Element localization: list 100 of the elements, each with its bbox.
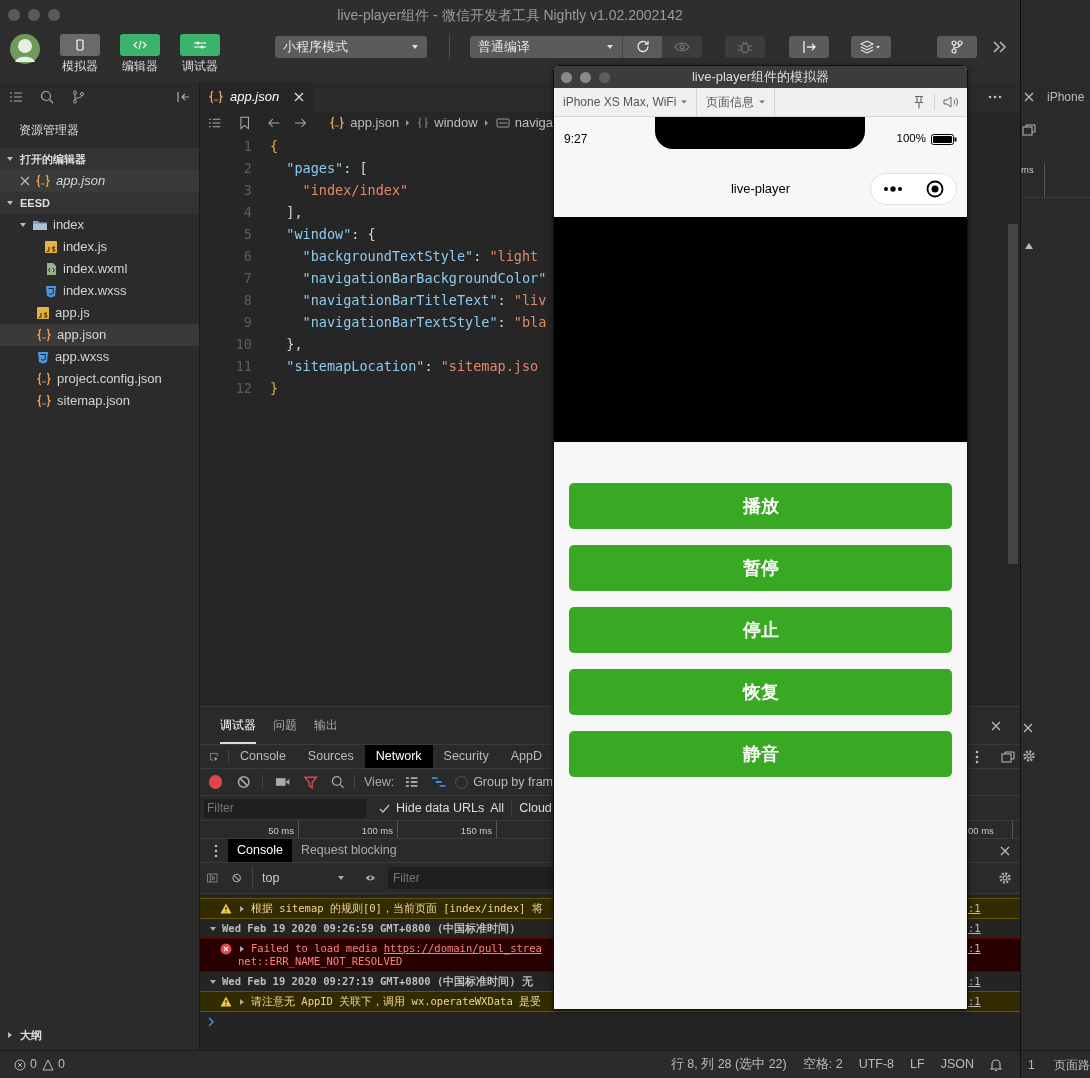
- filter-field[interactable]: Filter: [388, 867, 553, 889]
- speaker-icon[interactable]: [943, 95, 959, 109]
- source-link[interactable]: :1: [968, 922, 981, 935]
- avatar[interactable]: [10, 34, 40, 64]
- drawer-tab[interactable]: Request blocking: [291, 839, 406, 862]
- sidebar-toggle-icon[interactable]: [207, 871, 218, 885]
- toolbar-button[interactable]: [937, 36, 977, 58]
- error-circle-icon[interactable]: [14, 1058, 26, 1071]
- editor-tab[interactable]: app.json: [200, 82, 314, 112]
- clear-icon[interactable]: [237, 775, 251, 789]
- close-icon[interactable]: [293, 91, 306, 103]
- group-by-frame-checkbox[interactable]: Group by fram: [455, 772, 553, 792]
- triangle-up-icon[interactable]: [1024, 242, 1034, 250]
- filter-icon[interactable]: [304, 775, 318, 789]
- source-link[interactable]: :1: [968, 942, 981, 955]
- window-control[interactable]: [580, 71, 591, 83]
- source-link[interactable]: :1: [968, 902, 981, 915]
- toolbar-button[interactable]: [622, 36, 662, 58]
- caret-down-icon[interactable]: [209, 978, 217, 986]
- compile-dropdown[interactable]: 普通编译: [470, 36, 622, 58]
- section-header[interactable]: 大纲: [0, 1024, 199, 1046]
- devtools-tab[interactable]: 问题: [273, 707, 297, 744]
- file-item[interactable]: app.json: [0, 324, 199, 346]
- forward-arrow-icon[interactable]: [293, 117, 308, 129]
- back-arrow-icon[interactable]: [266, 117, 280, 129]
- page-info-dropdown[interactable]: 页面信息: [697, 88, 776, 116]
- status-item[interactable]: 空格: 2: [802, 1055, 843, 1074]
- panel-tab[interactable]: AppD: [499, 745, 553, 768]
- file-item[interactable]: app.wxss: [0, 346, 199, 368]
- toolbar-button[interactable]: [851, 36, 891, 58]
- file-item[interactable]: index.wxss: [0, 280, 199, 302]
- filter-field[interactable]: Filter: [204, 798, 366, 818]
- breadcrumb-item[interactable]: window: [417, 113, 478, 133]
- status-item[interactable]: 行 8, 列 28 (选中 22): [670, 1055, 787, 1074]
- breadcrumb-item[interactable]: app.json: [329, 113, 400, 133]
- mode-dropdown[interactable]: 小程序模式: [275, 36, 427, 58]
- caret-down-icon[interactable]: [209, 925, 217, 933]
- search-icon[interactable]: [330, 775, 345, 789]
- panel-tab[interactable]: Console: [229, 745, 297, 768]
- hide-data-urls-checkbox[interactable]: Hide data URLs: [378, 798, 485, 818]
- more-icon[interactable]: [988, 95, 1002, 99]
- panel-tab[interactable]: Security: [432, 745, 500, 768]
- close-icon[interactable]: [999, 844, 1011, 857]
- close-icon[interactable]: [990, 719, 1002, 732]
- branch-icon[interactable]: [71, 90, 85, 104]
- list-view-icon[interactable]: [405, 776, 419, 788]
- view-toggle-button[interactable]: 编辑器: [110, 34, 170, 73]
- context-dropdown[interactable]: top: [252, 867, 351, 889]
- file-item[interactable]: index.js: [0, 236, 199, 258]
- warning-count[interactable]: 0: [57, 1055, 65, 1074]
- file-item[interactable]: index: [0, 214, 199, 236]
- error-count[interactable]: 0: [30, 1055, 37, 1074]
- prompt-chevron-icon[interactable]: [207, 1017, 215, 1027]
- drawer-tab[interactable]: Console: [228, 839, 292, 862]
- close-icon[interactable]: [1023, 91, 1035, 103]
- caret-right-icon[interactable]: [238, 998, 246, 1006]
- section-header[interactable]: 打开的编辑器: [0, 148, 199, 170]
- status-item[interactable]: LF: [910, 1055, 925, 1074]
- close-icon[interactable]: [20, 176, 30, 186]
- waterfall-icon[interactable]: [430, 776, 447, 788]
- bookmark-icon[interactable]: [239, 116, 251, 130]
- file-item[interactable]: app.json: [0, 170, 199, 192]
- double-chevron-icon[interactable]: [991, 40, 1007, 54]
- section-header[interactable]: EESD: [0, 192, 199, 214]
- warning-icon[interactable]: [41, 1058, 54, 1071]
- record-icon[interactable]: [926, 180, 945, 198]
- view-toggle-button[interactable]: 模拟器: [50, 34, 110, 73]
- dock-icon[interactable]: [1001, 750, 1015, 763]
- more-vertical-icon[interactable]: [975, 749, 979, 764]
- source-link[interactable]: :1: [968, 995, 981, 1008]
- view-toggle-button[interactable]: 调试器: [170, 34, 230, 73]
- panel-tab[interactable]: Network: [364, 745, 433, 768]
- devtools-tab[interactable]: 输出: [314, 707, 338, 744]
- type-filter-button[interactable]: All: [490, 798, 505, 818]
- more-vertical-icon[interactable]: [214, 843, 218, 858]
- status-item[interactable]: UTF-8: [858, 1055, 895, 1074]
- status-item[interactable]: JSON: [940, 1055, 974, 1074]
- more-icon[interactable]: [882, 186, 903, 192]
- list-icon[interactable]: [9, 90, 23, 104]
- source-link[interactable]: :1: [968, 975, 981, 988]
- pin-icon[interactable]: [914, 95, 924, 109]
- video-camera-icon[interactable]: [274, 776, 291, 788]
- device-dropdown[interactable]: iPhone XS Max, WiFi: [554, 88, 698, 116]
- bell-icon[interactable]: [990, 1057, 1002, 1072]
- record-button[interactable]: [209, 775, 223, 789]
- clear-icon[interactable]: [231, 871, 241, 885]
- file-item[interactable]: project.config.json: [0, 368, 199, 390]
- close-icon[interactable]: [1022, 722, 1034, 734]
- search-icon[interactable]: [40, 90, 54, 104]
- settings-icon[interactable]: [998, 871, 1012, 885]
- dock-icon[interactable]: [1022, 124, 1036, 136]
- file-item[interactable]: app.js: [0, 302, 199, 324]
- capsule-menu[interactable]: [870, 173, 957, 205]
- caret-right-icon[interactable]: [238, 905, 246, 913]
- status-item[interactable]: 页面路: [1053, 1055, 1090, 1074]
- file-item[interactable]: sitemap.json: [0, 390, 199, 412]
- collapse-panel-icon[interactable]: [176, 90, 190, 104]
- caret-right-icon[interactable]: [238, 945, 246, 953]
- list-icon[interactable]: [208, 117, 222, 129]
- window-control[interactable]: [561, 71, 572, 83]
